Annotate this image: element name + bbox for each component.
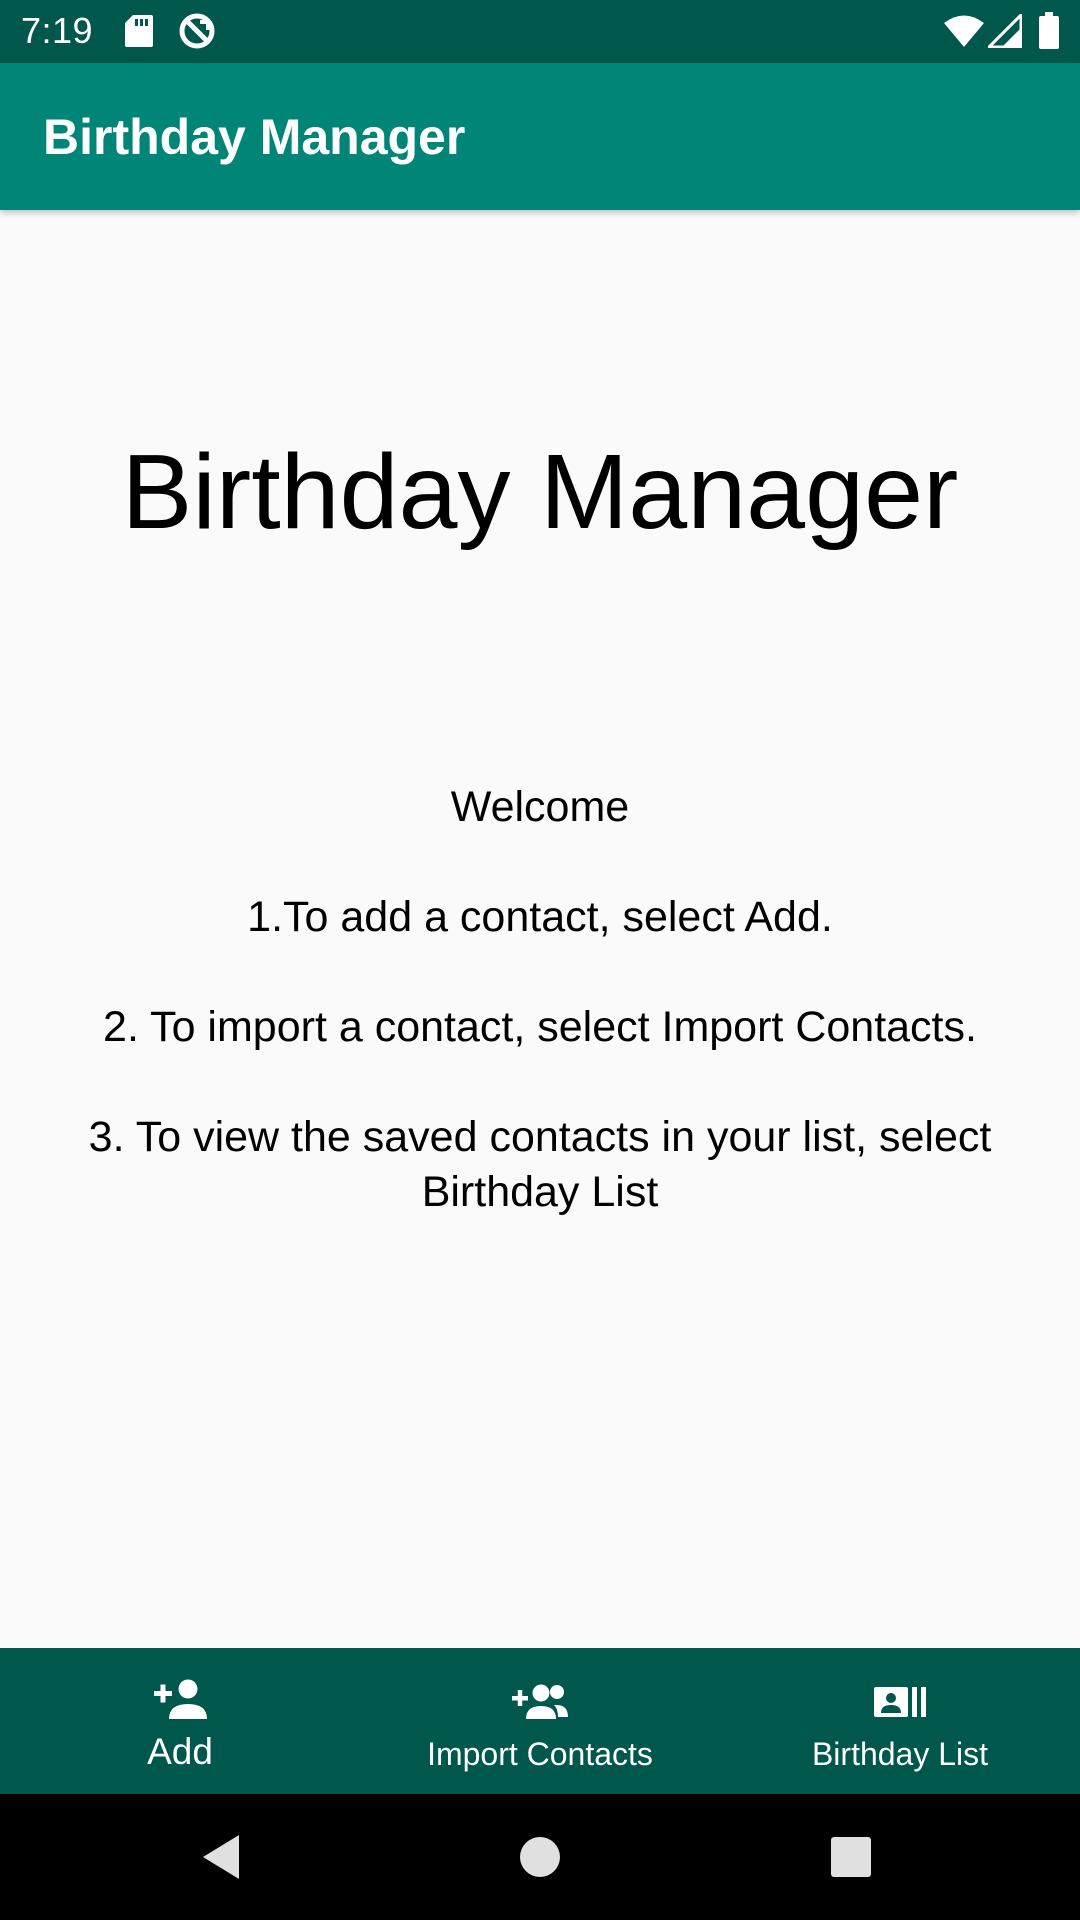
- recents-icon[interactable]: [821, 1827, 881, 1887]
- instruction-view-line-1: 3. To view the saved contacts in your li…: [88, 1113, 992, 1161]
- instructions: Welcome 1.To add a contact, select Add. …: [40, 780, 1040, 1220]
- status-bar: 7:19: [0, 0, 1080, 63]
- add-person-icon: [154, 1679, 207, 1719]
- status-time: 7:19: [21, 10, 94, 51]
- hero-title: Birthday Manager: [121, 433, 959, 551]
- nav-label-import-contacts: Import Contacts: [427, 1736, 653, 1772]
- add-group-icon: [512, 1684, 568, 1719]
- back-icon[interactable]: [196, 1827, 256, 1887]
- nav-label-birthday-list: Birthday List: [811, 1736, 989, 1772]
- instruction-view-line-2: Birthday List: [421, 1168, 659, 1216]
- home-icon[interactable]: [510, 1827, 570, 1887]
- contact-list-icon: [874, 1687, 926, 1717]
- app-bar: Birthday Manager: [0, 63, 1080, 210]
- nav-item-add[interactable]: Add: [0, 1648, 360, 1794]
- nav-label-add: Add: [147, 1731, 213, 1772]
- main-content: Birthday Manager Welcome 1.To add a cont…: [0, 210, 1080, 1648]
- bottom-navigation: Add Import Contacts Birthday List: [0, 1648, 1080, 1794]
- wifi-icon: [944, 15, 984, 47]
- sd-card-icon: [125, 15, 153, 47]
- signal-icon: [988, 14, 1022, 48]
- nav-item-import-contacts[interactable]: Import Contacts: [360, 1648, 720, 1794]
- app-bar-title: Birthday Manager: [43, 109, 466, 165]
- no-disturb-icon: [179, 13, 215, 49]
- instruction-import: 2. To import a contact, select Import Co…: [103, 1003, 977, 1051]
- nav-item-birthday-list[interactable]: Birthday List: [720, 1648, 1080, 1794]
- system-navigation-bar: [0, 1794, 1080, 1920]
- welcome-text: Welcome: [450, 783, 630, 831]
- battery-icon: [1039, 12, 1059, 49]
- instruction-add: 1.To add a contact, select Add.: [247, 893, 833, 941]
